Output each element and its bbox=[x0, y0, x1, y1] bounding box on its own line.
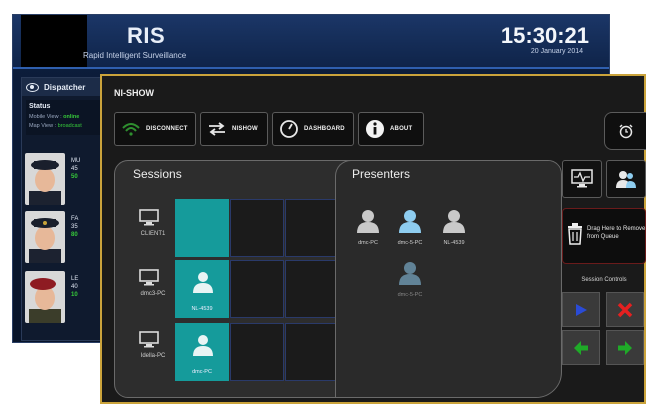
presenter-name: dmc-5-PC bbox=[397, 292, 423, 298]
wifi-icon bbox=[122, 123, 140, 136]
dashboard-button[interactable]: DASHBOARD bbox=[272, 112, 354, 146]
person-icon bbox=[399, 210, 421, 233]
officer-avatar-3[interactable] bbox=[25, 271, 65, 323]
next-button[interactable] bbox=[606, 330, 644, 365]
presenters-heading: Presenters bbox=[352, 167, 411, 181]
swap-arrows-icon bbox=[209, 122, 225, 136]
person-icon bbox=[193, 272, 213, 293]
mobile-view-value: online bbox=[63, 114, 80, 120]
officer-info-3: LE 40 10 bbox=[71, 276, 79, 298]
remove-from-queue-dropzone[interactable]: Drag Here to Remove from Queue bbox=[562, 208, 646, 264]
slot-label: dmc-PC bbox=[192, 369, 212, 375]
ris-logo bbox=[21, 15, 87, 67]
presenter-item[interactable]: dmc-PC bbox=[350, 209, 386, 246]
session-slot[interactable] bbox=[285, 323, 339, 381]
alarm-clock-icon bbox=[619, 124, 633, 139]
session-slot[interactable] bbox=[230, 323, 284, 381]
sessions-heading: Sessions bbox=[133, 167, 182, 181]
person-icon bbox=[399, 262, 421, 285]
dispatcher-label: Dispatcher bbox=[44, 82, 86, 92]
alarm-clock-button[interactable] bbox=[604, 112, 646, 150]
disconnect-button[interactable]: DISCONNECT bbox=[114, 112, 196, 146]
presenter-item[interactable]: NL-4539 bbox=[436, 209, 472, 246]
session-slot[interactable] bbox=[285, 260, 339, 318]
session-client-label: dmc3-PC bbox=[140, 291, 166, 297]
person-icon bbox=[357, 210, 379, 233]
session-slot[interactable] bbox=[230, 260, 284, 318]
officer-info-1: MU 45 50 bbox=[71, 158, 81, 180]
gauge-icon bbox=[280, 120, 298, 138]
officer-avatar-2[interactable] bbox=[25, 211, 65, 263]
play-button[interactable] bbox=[562, 292, 600, 327]
presenter-name: dmc-5-PC bbox=[397, 240, 423, 246]
session-client-label: Idella-PC bbox=[140, 353, 166, 359]
activity-monitor-icon bbox=[571, 169, 593, 188]
mobile-view-status: Mobile View : online bbox=[29, 114, 80, 120]
monitor-icon bbox=[139, 269, 159, 286]
presenters-panel: Presenters dmc-PC dmc-5-PC NL-4539 dmc-5… bbox=[335, 161, 560, 397]
map-view-value: broadcast bbox=[57, 123, 82, 129]
status-box: Status Mobile View : online Map View : b… bbox=[26, 100, 104, 135]
ris-header: RIS Rapid Intelligent Surveillance 15:30… bbox=[13, 15, 609, 69]
dispatcher-header[interactable]: Dispatcher bbox=[22, 78, 108, 96]
users-button[interactable] bbox=[606, 160, 646, 198]
monitor-icon bbox=[139, 209, 159, 226]
status-title: Status bbox=[29, 103, 51, 110]
officer-avatar-1[interactable] bbox=[25, 153, 65, 205]
nishow-window: NI-SHOW DISCONNECT NISHOW DASHBOARD ABOU… bbox=[100, 74, 646, 404]
officer-info-2: FA 35 80 bbox=[71, 216, 79, 238]
stop-button[interactable] bbox=[606, 292, 644, 327]
arrow-left-icon bbox=[574, 340, 588, 355]
ris-clock: 15:30:21 bbox=[500, 23, 589, 48]
nishow-title: NI-SHOW bbox=[114, 88, 154, 98]
presenter-name: dmc-PC bbox=[358, 240, 378, 246]
play-icon bbox=[576, 303, 587, 316]
remove-from-queue-text: Drag Here to Remove from Queue bbox=[587, 226, 646, 240]
slot-label: NL-4539 bbox=[191, 306, 213, 312]
session-slot[interactable] bbox=[230, 199, 284, 257]
arrow-right-icon bbox=[618, 340, 632, 355]
session-slot[interactable] bbox=[175, 199, 229, 257]
about-label: ABOUT bbox=[390, 126, 413, 132]
previous-button[interactable] bbox=[562, 330, 600, 365]
ris-date: 20 January 2014 bbox=[530, 48, 583, 55]
close-icon bbox=[617, 302, 633, 317]
session-slot[interactable] bbox=[285, 199, 339, 257]
presenter-name: NL-4539 bbox=[443, 240, 465, 246]
trash-icon bbox=[568, 223, 582, 245]
dashboard-label: DASHBOARD bbox=[304, 126, 345, 132]
monitor-activity-button[interactable] bbox=[562, 160, 602, 198]
session-client-label: CLIENT1 bbox=[140, 231, 166, 237]
sessions-panel: Sessions CLIENT1 dmc3-PC NL-4539 Idella-… bbox=[114, 160, 562, 398]
nishow-label: NISHOW bbox=[232, 126, 258, 132]
session-slot-occupied[interactable]: NL-4539 bbox=[175, 260, 229, 318]
disconnect-label: DISCONNECT bbox=[146, 126, 188, 132]
users-icon bbox=[616, 171, 636, 188]
presenter-item-dragging[interactable]: dmc-5-PC bbox=[392, 261, 428, 298]
session-controls-label: Session Controls bbox=[581, 277, 627, 283]
person-icon bbox=[443, 210, 465, 233]
info-icon bbox=[366, 120, 384, 138]
session-slot-occupied[interactable]: dmc-PC bbox=[175, 323, 229, 381]
map-view-status: Map View : broadcast bbox=[29, 123, 82, 129]
person-icon bbox=[193, 335, 213, 356]
monitor-icon bbox=[139, 331, 159, 348]
eye-icon bbox=[26, 82, 39, 92]
ris-title: RIS bbox=[127, 23, 166, 48]
ris-subtitle: Rapid Intelligent Surveillance bbox=[83, 51, 187, 60]
presenter-item[interactable]: dmc-5-PC bbox=[392, 209, 428, 246]
about-button[interactable]: ABOUT bbox=[358, 112, 424, 146]
right-controls: Drag Here to Remove from Queue Session C… bbox=[562, 160, 646, 396]
nishow-button[interactable]: NISHOW bbox=[200, 112, 268, 146]
